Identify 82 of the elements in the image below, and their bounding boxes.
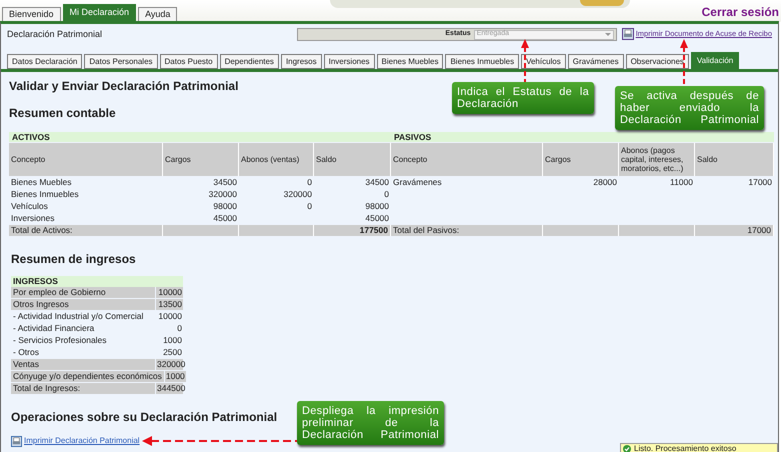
section-tab[interactable]: Validación <box>690 52 740 69</box>
nav-tab[interactable]: Mi Declaración <box>62 4 136 22</box>
table-cell: Total de Ingresos: <box>11 383 155 394</box>
section-tab[interactable]: Datos Puesto <box>160 54 218 69</box>
total-value: 17000 <box>695 225 774 236</box>
column-header: Saldo <box>314 143 391 176</box>
table-cell-text: Bienes Inmuebles <box>10 188 80 200</box>
table-cell-text: Bienes Muebles <box>10 176 72 188</box>
table-cell-text: - Servicios Profesionales <box>12 335 108 346</box>
checkmark-icon <box>623 445 631 452</box>
table-cell-text: 34500 <box>364 176 390 188</box>
printer-icon[interactable] <box>622 28 634 40</box>
total-label: Total del Pasivos: <box>391 225 543 236</box>
table-cell-text: - Actividad Industrial y/o Comercial <box>12 311 144 322</box>
section-tab[interactable]: Datos Declaración <box>7 54 82 69</box>
table-cell: 320000 <box>156 359 183 370</box>
table-cell: 344500 <box>156 383 183 394</box>
table-cell-text: 98000 <box>364 200 390 212</box>
logout-link[interactable]: Cerrar sesión <box>702 5 779 20</box>
table-cell-text: 320000 <box>282 188 313 200</box>
table-cell-text: 2500 <box>162 347 183 358</box>
table-cell: 1000 <box>164 371 186 382</box>
total-value: 177500 <box>314 225 391 236</box>
callout-note: Indica el Estatus de la Declaración <box>452 82 594 114</box>
column-header: Cargos <box>543 143 619 176</box>
table-cell-text: Vehículos <box>10 200 49 212</box>
table-cell-text: 28000 <box>592 176 618 188</box>
nav-tab[interactable]: Bienvenido <box>2 7 61 22</box>
column-header: Abonos (ventas) <box>239 143 314 176</box>
column-header: Concepto <box>9 143 163 176</box>
column-header: Abonos (pagos capital, intereses, moratorios, etc...) <box>619 143 695 176</box>
page-title: Validar y Enviar Declaración Patrimonial <box>9 78 238 95</box>
table-cell: Cónyuge y/o dependientes económicos <box>11 371 164 382</box>
section-heading: Resumen de ingresos <box>11 251 136 268</box>
callout-note: Despliega la impresión preliminar de la Declaración Patrimonial <box>297 401 444 445</box>
table-cell-text: 0 <box>176 323 183 334</box>
table-cell-text: 11000 <box>668 176 694 188</box>
section-tab[interactable]: Vehículos <box>521 54 566 69</box>
table-cell-text: - Otros <box>12 347 40 358</box>
section-title: Declaración Patrimonial <box>7 28 102 41</box>
section-tab[interactable]: Inversiones <box>324 54 375 69</box>
table-title: ACTIVOS <box>9 132 391 142</box>
table-cell: Otros Ingresos <box>11 299 155 310</box>
table-cell-text: 0 <box>306 176 313 188</box>
status-message: Listo. Procesamiento exitoso <box>634 444 736 452</box>
table-cell: Ventas <box>11 359 155 370</box>
table-title: PASIVOS <box>391 132 774 142</box>
table-cell-text: 17000 <box>747 176 773 188</box>
column-header: Concepto <box>391 143 543 176</box>
table-cell-text: 0 <box>383 188 390 200</box>
table-cell: 13500 <box>156 299 183 310</box>
nav-tab[interactable]: Ayuda <box>138 7 178 22</box>
table-cell: Por empleo de Gobierno <box>11 287 155 298</box>
total-label: Total de Activos: <box>9 225 163 236</box>
table-cell-text: 98000 <box>212 200 238 212</box>
table-cell-text: - Actividad Financiera <box>12 323 96 334</box>
callout-note: Se activa después de haber enviado la Declaración Patrimonial <box>615 86 764 130</box>
table-cell-text: 34500 <box>212 176 238 188</box>
section-tab[interactable]: Observaciones <box>626 54 689 69</box>
table-cell-text: 320000 <box>208 188 238 200</box>
section-heading: Resumen contable <box>9 105 116 122</box>
section-tab[interactable]: Ingresos <box>280 54 322 69</box>
table-cell-text: 0 <box>306 200 313 212</box>
table-title: INGRESOS <box>11 276 183 287</box>
section-heading: Operaciones sobre su Declaración Patrimonial <box>11 409 278 426</box>
section-tab[interactable]: Bienes Muebles <box>376 54 444 69</box>
print-declaration-link[interactable]: Imprimir Declaración Patrimonial <box>24 435 140 447</box>
section-tab[interactable]: Datos Personales <box>84 54 158 69</box>
table-cell-text: 1000 <box>162 335 183 346</box>
table-cell: 10000 <box>156 287 183 298</box>
table-cell-text: Gravámenes <box>392 176 443 188</box>
column-header: Cargos <box>163 143 239 176</box>
table-cell-text: 10000 <box>157 311 183 322</box>
section-tab[interactable]: Bienes Inmuebles <box>445 54 520 69</box>
table-cell-text: Inversiones <box>10 212 56 224</box>
section-tab[interactable]: Gravámenes <box>568 54 624 69</box>
dropdown-caret-icon <box>604 33 611 36</box>
table-cell-text: 45000 <box>364 212 390 224</box>
printer-icon[interactable] <box>11 436 22 446</box>
section-tab[interactable]: Dependientes <box>220 54 279 69</box>
column-header: Saldo <box>695 143 774 176</box>
table-cell-text: 45000 <box>212 212 238 224</box>
